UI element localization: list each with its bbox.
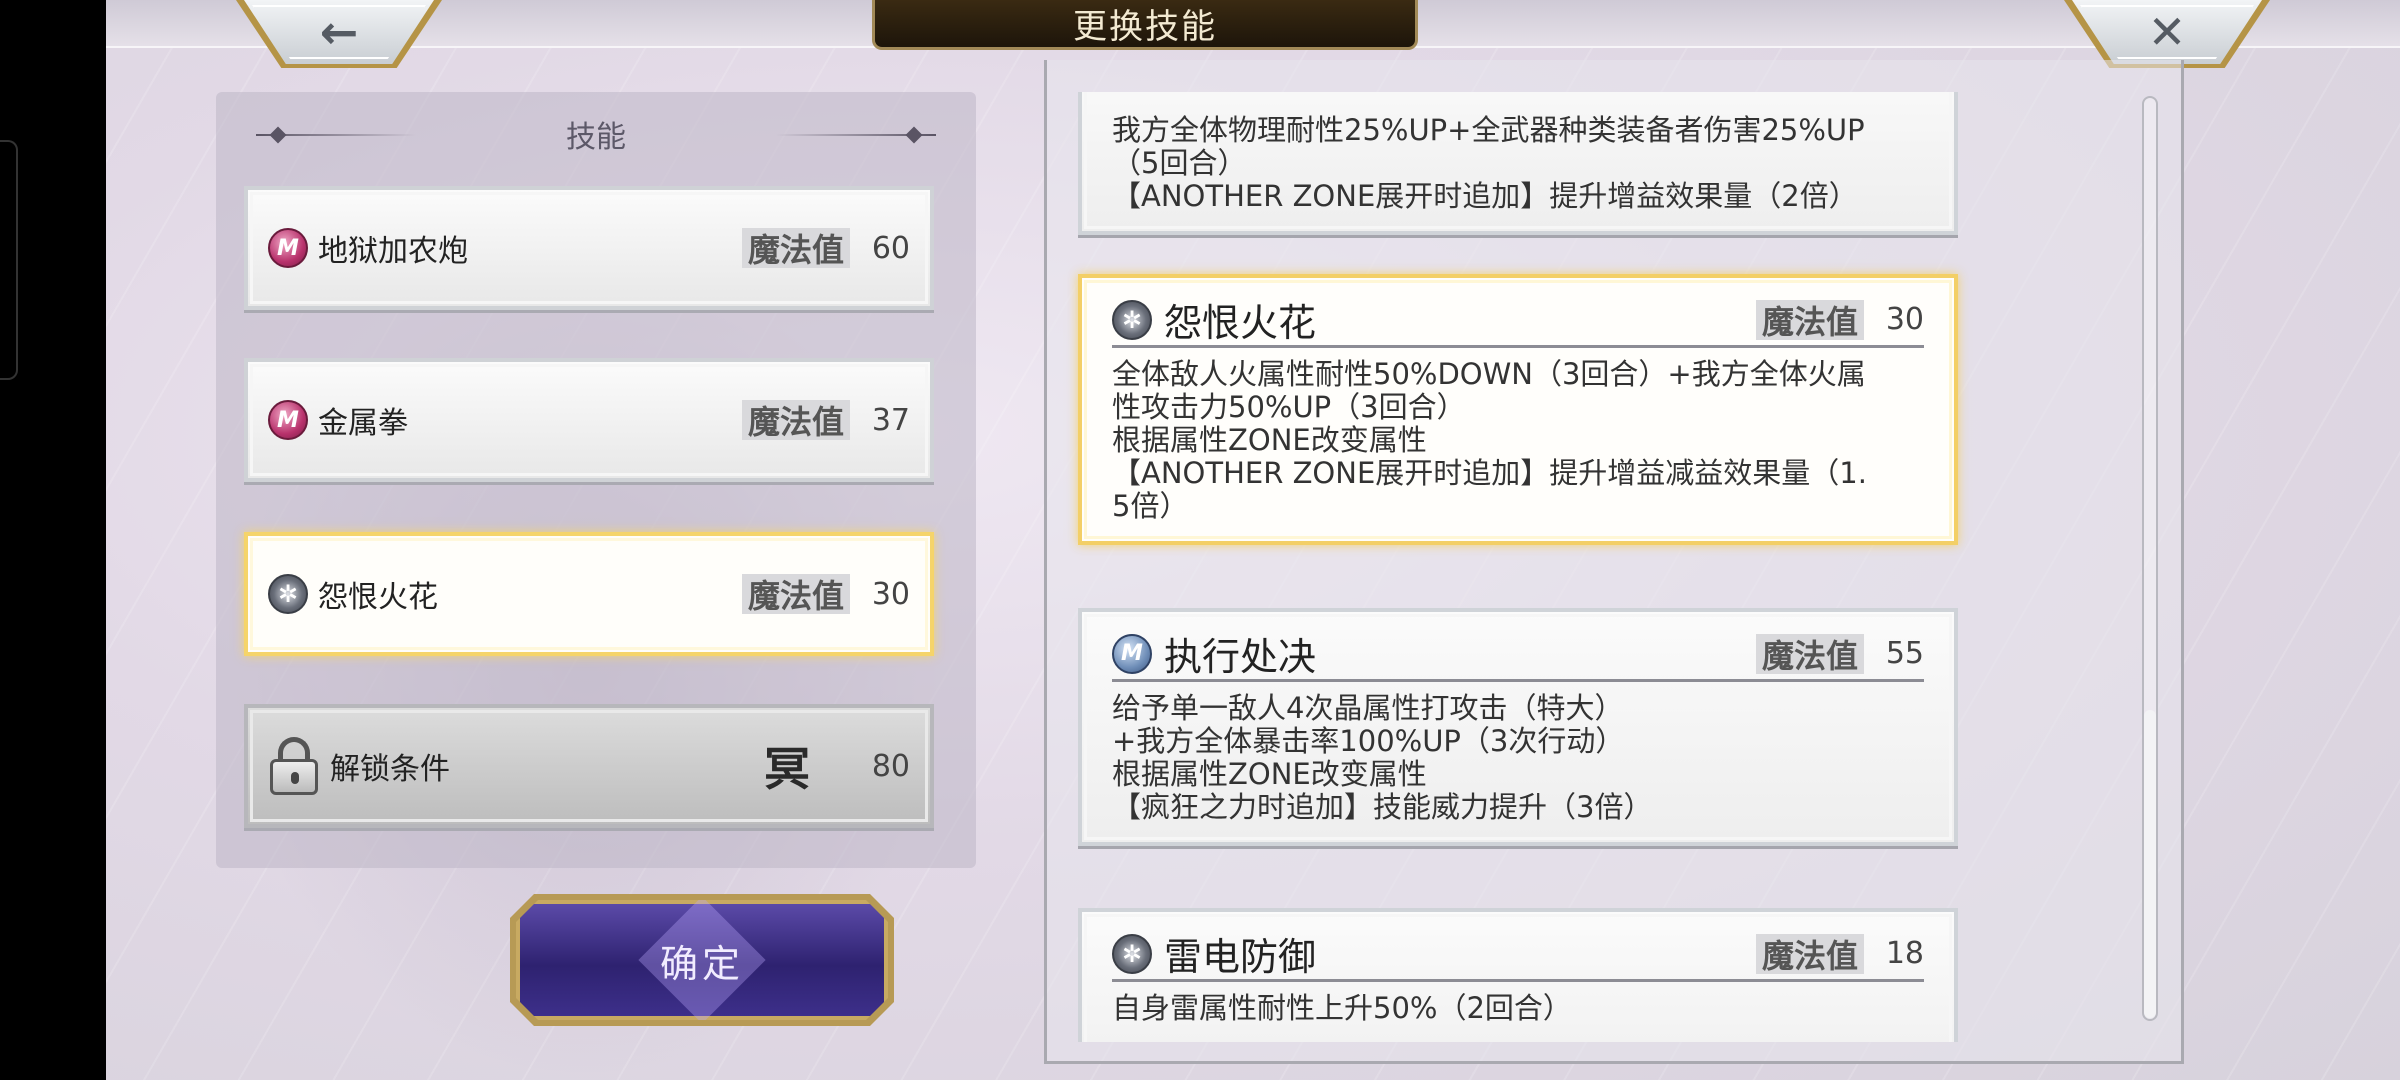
skill-detail-card[interactable]: M 执行处决 魔法值 55 给予单一敌人4次晶属性打攻击（特大） +我方全体暴击… [1078, 608, 1958, 846]
lock-icon [268, 735, 320, 797]
skill-description: 自身雷属性耐性上升50%（2回合） [1112, 992, 1924, 1025]
skill-description: 全体敌人火属性耐性50%DOWN（3回合）+我方全体火属 性攻击力50%UP（3… [1112, 358, 1924, 523]
skill-slot-3[interactable]: ✲ 怨恨火花 魔法值 30 [244, 532, 934, 656]
description-line: 给予单一敌人4次晶属性打攻击（特大） [1112, 691, 1624, 725]
star-icon: ✲ [1112, 299, 1152, 340]
page-title: 更换技能 [872, 0, 1418, 50]
skill-name: 怨恨火花 [318, 580, 438, 615]
confirm-label: 确定 [659, 941, 744, 986]
skill-detail-list[interactable]: 我方全体物理耐性25%UP+全武器种类装备者伤害25%UP （5回合） 【ANO… [1044, 92, 2184, 1042]
mp-value: 37 [871, 402, 910, 438]
scrollbar-thumb[interactable] [2144, 710, 2156, 1018]
mp-value: 30 [1885, 302, 1924, 337]
description-line: 5倍） [1112, 489, 1189, 523]
skill-name: 怨恨火花 [1164, 301, 1317, 345]
device-edge [0, 140, 18, 380]
description-line: 【疯狂之力时追加】技能威力提升（3倍） [1112, 790, 1653, 824]
skill-description: 我方全体物理耐性25%UP+全武器种类装备者伤害25%UP （5回合） 【ANO… [1112, 114, 1924, 213]
skill-slot-1[interactable]: M 地狱加农炮 魔法值 60 [244, 186, 934, 310]
description-line: 自身雷属性耐性上升50%（2回合） [1112, 991, 1572, 1025]
skill-detail-card[interactable]: 我方全体物理耐性25%UP+全武器种类装备者伤害25%UP （5回合） 【ANO… [1078, 92, 1958, 235]
skill-detail-header: ✲ 怨恨火花 魔法值 30 [1112, 299, 1924, 348]
mp-value: 60 [871, 230, 910, 266]
mp-label: 魔法值 [1755, 633, 1864, 675]
mp-label: 魔法值 [1755, 299, 1864, 341]
skill-name: 地狱加农炮 [318, 234, 468, 269]
skill-detail-card-selected[interactable]: ✲ 怨恨火花 魔法值 30 全体敌人火属性耐性50%DOWN（3回合）+我方全体… [1078, 274, 1958, 545]
description-line: 我方全体物理耐性25%UP+全武器种类装备者伤害25%UP [1112, 113, 1865, 147]
description-line: 【ANOTHER ZONE展开时追加】提升增益减益效果量（1. [1112, 456, 1867, 490]
description-line: 根据属性ZONE改变属性 [1112, 423, 1427, 457]
star-icon: ✲ [1112, 933, 1152, 974]
magic-m-icon: M [268, 400, 308, 440]
skill-description: 给予单一敌人4次晶属性打攻击（特大） +我方全体暴击率100%UP（3次行动） … [1112, 692, 1924, 824]
unlock-symbol: 冥 [764, 742, 810, 796]
magic-m-icon-blue: M [1112, 633, 1152, 674]
star-icon: ✲ [268, 574, 308, 614]
mp-label: 魔法值 [741, 400, 850, 441]
skill-name: 金属拳 [318, 406, 408, 441]
skill-detail-card[interactable]: ✲ 雷电防御 魔法值 18 自身雷属性耐性上升50%（2回合） [1078, 908, 1958, 1042]
unlock-condition-label: 解锁条件 [330, 752, 450, 787]
close-icon: ✕ [2147, 5, 2187, 59]
locked-skill-slot[interactable]: 解锁条件 冥 80 [244, 704, 934, 828]
skill-list-panel: 技能 M 地狱加农炮 魔法值 60 M 金属拳 魔法值 37 ✲ 怨恨火花 魔法… [216, 92, 976, 868]
description-line: 全体敌人火属性耐性50%DOWN（3回合）+我方全体火属 [1112, 357, 1866, 391]
skill-name: 执行处决 [1164, 635, 1317, 679]
mp-label: 魔法值 [741, 228, 850, 269]
description-line: 根据属性ZONE改变属性 [1112, 757, 1427, 791]
mp-value: 18 [1885, 936, 1924, 971]
confirm-button[interactable]: 确定 [516, 900, 888, 1020]
description-line: +我方全体暴击率100%UP（3次行动） [1112, 724, 1625, 758]
mp-label: 魔法值 [1755, 933, 1864, 975]
skill-name: 雷电防御 [1164, 935, 1317, 979]
mp-label: 魔法值 [741, 574, 850, 615]
skill-slot-2[interactable]: M 金属拳 魔法值 37 [244, 358, 934, 482]
skill-detail-header: M 执行处决 魔法值 55 [1112, 633, 1924, 682]
skill-detail-header: ✲ 雷电防御 魔法值 18 [1112, 933, 1924, 982]
skill-list-header: 技能 [566, 120, 626, 155]
magic-m-icon: M [268, 228, 308, 268]
mp-value: 30 [871, 576, 910, 612]
back-arrow-icon: ← [319, 5, 359, 59]
description-line: 【ANOTHER ZONE展开时追加】提升增益效果量（2倍） [1112, 179, 1858, 213]
description-line: （5回合） [1112, 146, 1247, 180]
description-line: 性攻击力50%UP（3回合） [1112, 390, 1466, 424]
mp-value: 55 [1885, 636, 1924, 671]
unlock-value: 80 [871, 748, 910, 784]
